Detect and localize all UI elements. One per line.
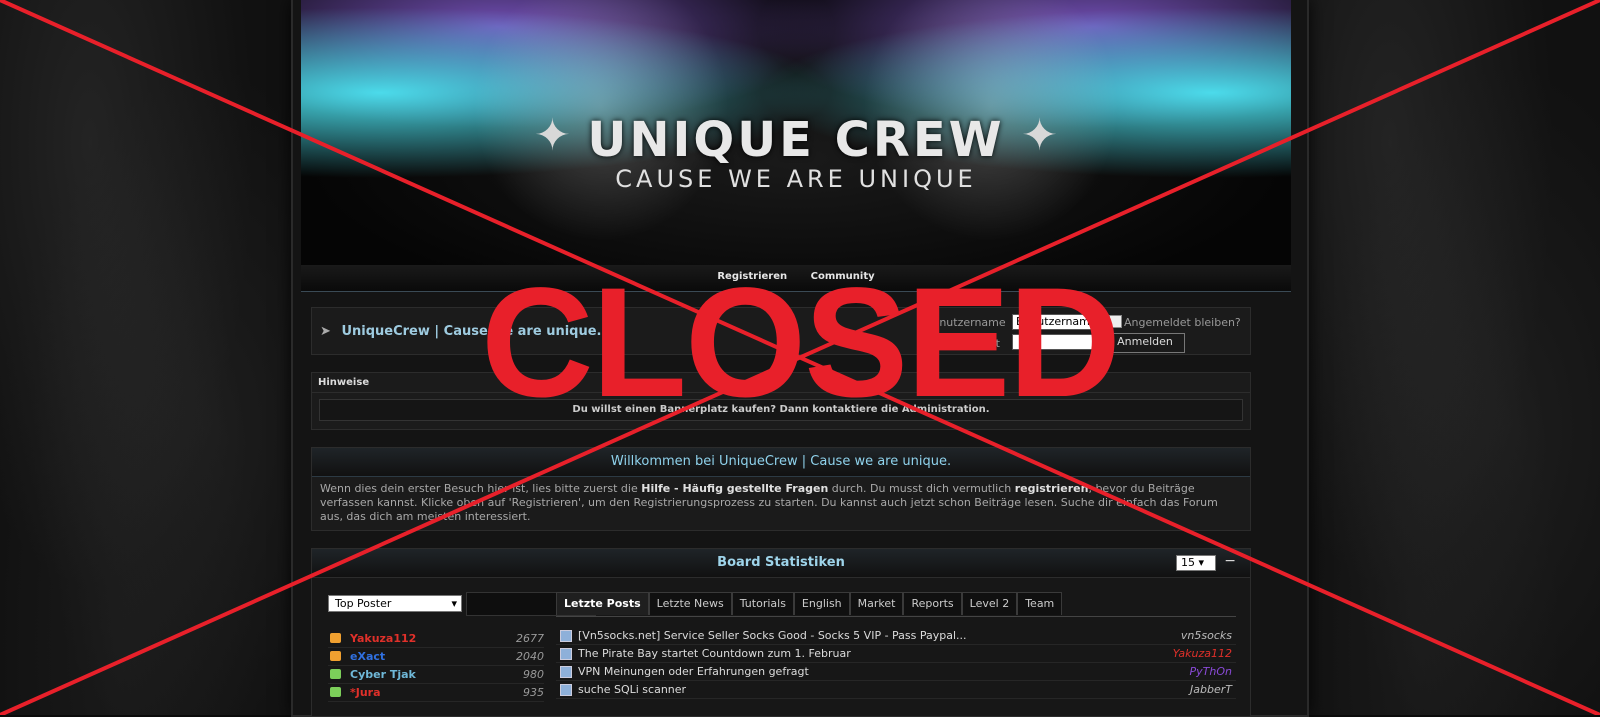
welcome-text-part: durch. Du musst dich vermutlich (828, 482, 1015, 495)
post-icon (560, 648, 572, 660)
poster-count: 935 (523, 686, 544, 699)
post-title-link[interactable]: suche SQLi scanner (578, 683, 686, 696)
breadcrumb-title-link[interactable]: UniqueCrew | Cause we are unique. (341, 324, 601, 339)
welcome-text-part: Wenn dies dein erster Besuch hier ist, l… (320, 482, 642, 495)
poster-name-link[interactable]: eXact (350, 650, 385, 663)
breadcrumb: ➤ UniqueCrew | Cause we are unique. (320, 324, 601, 339)
poster-count: 2040 (516, 650, 544, 663)
password-input[interactable] (1012, 334, 1102, 350)
board-stats-header: Board Statistiken 15 ▾ − (311, 548, 1251, 578)
remember-label: Angemeldet bleiben? (1124, 316, 1241, 329)
stats-tab[interactable]: Team (1017, 592, 1063, 615)
top-poster-row: Cyber Tjak 980 (328, 666, 544, 684)
poster-count: 2677 (516, 632, 544, 645)
notices-heading: Hinweise (312, 373, 1250, 393)
remember-checkbox[interactable] (1109, 315, 1122, 328)
breadcrumb-arrow-icon: ➤ (320, 324, 331, 339)
stats-limit-value: 15 (1181, 556, 1195, 569)
post-icon (560, 666, 572, 678)
stats-tab[interactable]: Tutorials (731, 592, 794, 615)
forum-page: ✦ ✦ UNIQUE CREW CAUSE WE ARE UNIQUE Regi… (293, 0, 1307, 717)
password-label: Kennwort (948, 337, 1000, 350)
breadcrumb-login-bar: ➤ UniqueCrew | Cause we are unique. Benu… (311, 307, 1251, 355)
post-author-link[interactable]: vn5socks (1181, 629, 1232, 642)
stats-tab[interactable]: Letzte News (648, 592, 732, 615)
poster-name-link[interactable]: Cyber Tjak (350, 668, 416, 681)
stats-limit-select[interactable]: 15 ▾ (1176, 555, 1216, 571)
post-title-link[interactable]: [Vn5socks.net] Service Seller Socks Good… (578, 629, 967, 642)
notices-message: Du willst einen Bannerplatz kaufen? Dann… (319, 399, 1243, 421)
notices-box: Hinweise Du willst einen Bannerplatz kau… (311, 372, 1251, 430)
faq-link[interactable]: Hilfe - Häufig gestellte Fragen (641, 482, 828, 495)
latest-posts-list: [Vn5socks.net] Service Seller Socks Good… (556, 627, 1236, 699)
header-banner: ✦ ✦ UNIQUE CREW CAUSE WE ARE UNIQUE (301, 0, 1291, 265)
post-author-link[interactable]: JabberT (1190, 683, 1232, 696)
top-poster-row: *Jura 935 (328, 684, 544, 702)
post-icon (560, 630, 572, 642)
collapse-icon[interactable]: − (1224, 553, 1236, 569)
username-label: Benutzername (925, 316, 1006, 329)
top-poster-row: Yakuza112 2677 (328, 630, 544, 648)
latest-post-row: suche SQLi scanner JabberT (556, 681, 1236, 699)
board-stats-body: Top Poster Yakuza112 2677 eXact 2040 Cyber T… (311, 577, 1251, 717)
post-icon (560, 684, 572, 696)
top-navbar: Registrieren Community (301, 265, 1291, 292)
login-button[interactable]: Anmelden (1105, 333, 1185, 353)
stats-tabs: Letzte Posts Letzte News Tutorials English M… (556, 592, 1236, 617)
welcome-title: Willkommen bei UniqueCrew | Cause we are… (312, 448, 1250, 477)
poster-name-link[interactable]: *Jura (350, 686, 381, 699)
user-icon (330, 687, 341, 697)
poster-count: 980 (523, 668, 544, 681)
user-icon (330, 651, 341, 661)
stats-tab[interactable]: Reports (903, 592, 962, 615)
welcome-text: Wenn dies dein erster Besuch hier ist, l… (312, 477, 1250, 529)
poster-name-link[interactable]: Yakuza112 (350, 632, 416, 645)
user-icon (330, 669, 341, 679)
post-author-link[interactable]: PyThOn (1190, 665, 1232, 678)
top-poster-row: eXact 2040 (328, 648, 544, 666)
stats-tab[interactable]: English (793, 592, 850, 615)
username-input[interactable]: Benutzername (1012, 314, 1102, 330)
top-poster-select[interactable]: Top Poster (328, 595, 462, 612)
site-tagline: CAUSE WE ARE UNIQUE (615, 165, 977, 193)
post-title-link[interactable]: VPN Meinungen oder Erfahrungen gefragt (578, 665, 809, 678)
board-stats-title: Board Statistiken (717, 555, 845, 570)
latest-post-row: VPN Meinungen oder Erfahrungen gefragt Py… (556, 663, 1236, 681)
post-title-link[interactable]: The Pirate Bay startet Countdown zum 1. … (578, 647, 851, 660)
user-icon (330, 633, 341, 643)
nav-community-link[interactable]: Community (811, 271, 875, 282)
post-author-link[interactable]: Yakuza112 (1173, 647, 1232, 660)
stats-tab[interactable]: Market (849, 592, 904, 615)
top-poster-list: Yakuza112 2677 eXact 2040 Cyber Tjak 980 *Jura… (328, 630, 544, 702)
latest-post-row: [Vn5socks.net] Service Seller Socks Good… (556, 627, 1236, 645)
stats-tab[interactable]: Letzte Posts (556, 592, 649, 615)
register-link[interactable]: registrieren (1015, 482, 1089, 495)
latest-post-row: The Pirate Bay startet Countdown zum 1. … (556, 645, 1236, 663)
stats-tab[interactable]: Level 2 (961, 592, 1018, 615)
nav-register-link[interactable]: Registrieren (717, 271, 787, 282)
welcome-box: Willkommen bei UniqueCrew | Cause we are… (311, 447, 1251, 531)
background-right (1300, 0, 1600, 715)
background-left (0, 0, 300, 715)
site-logo: UNIQUE CREW (587, 112, 1005, 168)
